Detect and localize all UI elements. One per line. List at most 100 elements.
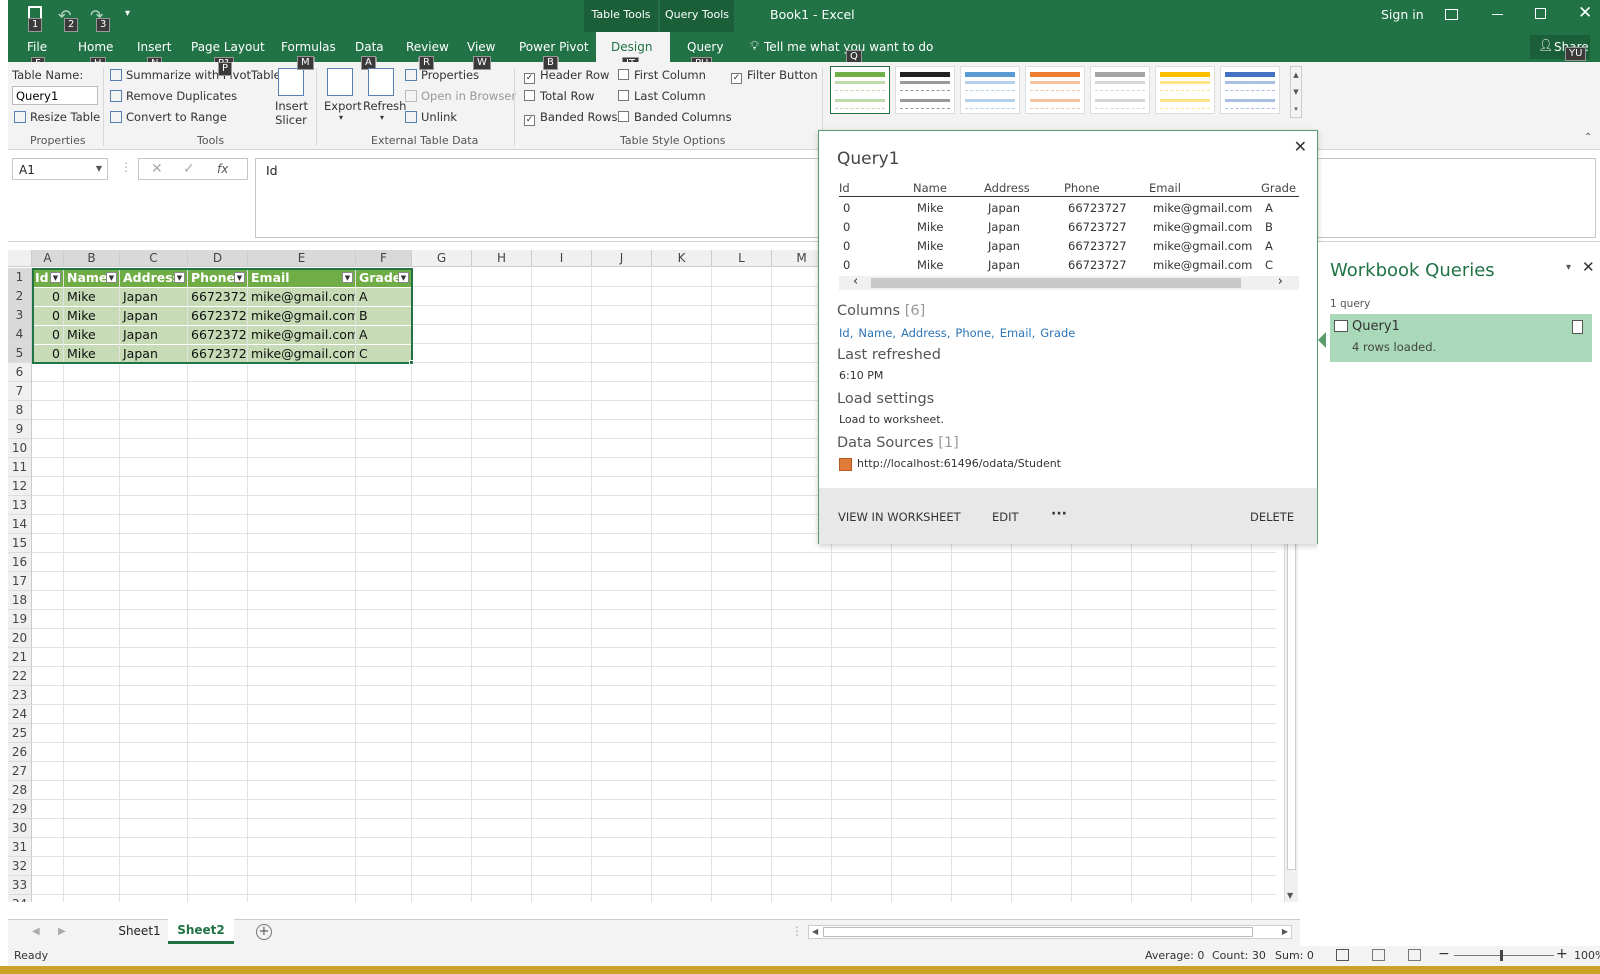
zoom-slider-thumb[interactable] [1500, 950, 1503, 961]
column-header[interactable]: C [120, 250, 188, 267]
document-icon[interactable] [1572, 320, 1583, 334]
row-header[interactable]: 27 [8, 762, 32, 781]
query-item-query1[interactable]: Query1 4 rows loaded. [1330, 314, 1592, 362]
row-header[interactable]: 32 [8, 857, 32, 876]
table-style-swatch[interactable] [895, 66, 955, 114]
remove-duplicates-button[interactable]: Remove Duplicates [110, 89, 237, 103]
view-in-worksheet-button[interactable]: VIEW IN WORKSHEET [838, 510, 961, 524]
preview-scrollbar[interactable]: ‹ › [839, 274, 1299, 290]
column-header[interactable]: K [652, 250, 712, 267]
restore-icon[interactable] [1535, 8, 1546, 19]
name-box[interactable]: A1 ▼ [12, 158, 108, 180]
resize-table-button[interactable]: Resize Table [14, 110, 100, 124]
edit-button[interactable]: EDIT [992, 510, 1019, 524]
insert-slicer-button[interactable]: Insert Slicer [275, 99, 308, 127]
column-header[interactable]: G [412, 250, 472, 267]
row-header[interactable]: 14 [8, 515, 32, 534]
scroll-left-icon[interactable]: ◀ [812, 927, 818, 936]
zoom-in-icon[interactable]: + [1556, 946, 1568, 962]
row-header[interactable]: 31 [8, 838, 32, 857]
scroll-down-icon[interactable]: ▼ [1287, 891, 1293, 900]
row-header[interactable]: 20 [8, 629, 32, 648]
row-header[interactable]: 21 [8, 648, 32, 667]
close-popup-icon[interactable]: ✕ [1294, 137, 1307, 156]
last-column-checkbox[interactable]: Last Column [618, 89, 706, 103]
insert-function-icon[interactable]: fx [217, 162, 228, 176]
row-header[interactable]: 29 [8, 800, 32, 819]
column-header[interactable]: E [248, 250, 356, 267]
scroll-right-icon[interactable]: › [1278, 274, 1283, 289]
row-header[interactable]: 9 [8, 420, 32, 439]
zoom-out-icon[interactable]: − [1438, 946, 1450, 962]
table-style-swatch[interactable] [1155, 66, 1215, 114]
column-header[interactable]: I [532, 250, 592, 267]
table-style-swatch[interactable] [960, 66, 1020, 114]
pane-options-icon[interactable]: ▾ [1566, 262, 1571, 273]
tab-view[interactable]: View [467, 40, 495, 54]
row-header[interactable]: 7 [8, 382, 32, 401]
column-header[interactable]: H [472, 250, 532, 267]
tab-page-layout[interactable]: Page Layout [191, 40, 265, 54]
open-in-browser-button[interactable]: Open in Browser [405, 89, 516, 103]
column-link[interactable]: Email, [1000, 326, 1036, 340]
ribbon-display-icon[interactable] [1445, 9, 1458, 20]
first-column-checkbox[interactable]: First Column [618, 68, 706, 82]
select-all-corner[interactable] [8, 250, 32, 267]
tab-review[interactable]: Review [406, 40, 449, 54]
refresh-button[interactable]: Refresh ▾ [363, 99, 406, 122]
row-header[interactable]: 22 [8, 667, 32, 686]
column-link[interactable]: Id, [839, 326, 853, 340]
row-header[interactable]: 25 [8, 724, 32, 743]
column-header[interactable]: A [32, 250, 64, 267]
column-link[interactable]: Address, [901, 326, 950, 340]
row-header[interactable]: 11 [8, 458, 32, 477]
row-header[interactable]: 13 [8, 496, 32, 515]
row-header[interactable]: 16 [8, 553, 32, 572]
export-button[interactable]: Export ▾ [324, 99, 362, 122]
column-link[interactable]: Name, [858, 326, 896, 340]
zoom-slider[interactable] [1454, 955, 1554, 956]
row-header[interactable]: 8 [8, 401, 32, 420]
header-row-checkbox[interactable]: ✓ Header Row [524, 68, 609, 84]
unlink-button[interactable]: Unlink [405, 110, 457, 124]
minimize-icon[interactable] [1492, 14, 1503, 15]
table-style-swatch[interactable] [830, 66, 890, 114]
row-header[interactable]: 28 [8, 781, 32, 800]
convert-to-range-button[interactable]: Convert to Range [110, 110, 227, 124]
summarize-pivottable-button[interactable]: Summarize with PivotTable [110, 68, 281, 82]
tab-home[interactable]: Home [78, 40, 113, 54]
scroll-left-icon[interactable]: ‹ [853, 274, 858, 289]
tab-power-pivot[interactable]: Power Pivot [519, 40, 589, 54]
next-sheet-icon[interactable]: ▶ [58, 926, 66, 937]
column-header[interactable]: L [712, 250, 772, 267]
banded-columns-checkbox[interactable]: Banded Columns [618, 110, 732, 124]
page-layout-view-icon[interactable] [1372, 949, 1385, 961]
row-header[interactable]: 5 [8, 344, 32, 363]
row-header[interactable]: 12 [8, 477, 32, 496]
prev-sheet-icon[interactable]: ◀ [32, 926, 40, 937]
horizontal-scrollbar[interactable]: ◀ ▶ [808, 925, 1292, 939]
close-pane-icon[interactable]: ✕ [1582, 258, 1595, 276]
preview-scroll-thumb[interactable] [871, 278, 1241, 288]
row-header[interactable]: 30 [8, 819, 32, 838]
tab-design[interactable]: Design [611, 40, 652, 54]
column-header[interactable]: B [64, 250, 120, 267]
row-header[interactable]: 19 [8, 610, 32, 629]
page-break-view-icon[interactable] [1408, 949, 1421, 961]
column-header[interactable]: J [592, 250, 652, 267]
zoom-level[interactable]: 100% [1574, 949, 1600, 962]
sign-in-link[interactable]: Sign in [1381, 7, 1424, 22]
scroll-right-icon[interactable]: ▶ [1282, 927, 1288, 936]
normal-view-icon[interactable] [1336, 949, 1349, 961]
delete-button[interactable]: DELETE [1250, 510, 1294, 524]
row-header[interactable]: 17 [8, 572, 32, 591]
row-header[interactable]: 6 [8, 363, 32, 382]
column-header[interactable]: F [356, 250, 412, 267]
more-options-icon[interactable]: ··· [1051, 506, 1067, 522]
column-header[interactable]: D [188, 250, 248, 267]
data-source-url[interactable]: http://localhost:61496/odata/Student [857, 457, 1061, 470]
customize-qat-icon[interactable]: ▾ [125, 8, 130, 19]
row-header[interactable]: 2 [8, 287, 32, 306]
column-link[interactable]: Phone, [955, 326, 994, 340]
row-header[interactable]: 26 [8, 743, 32, 762]
